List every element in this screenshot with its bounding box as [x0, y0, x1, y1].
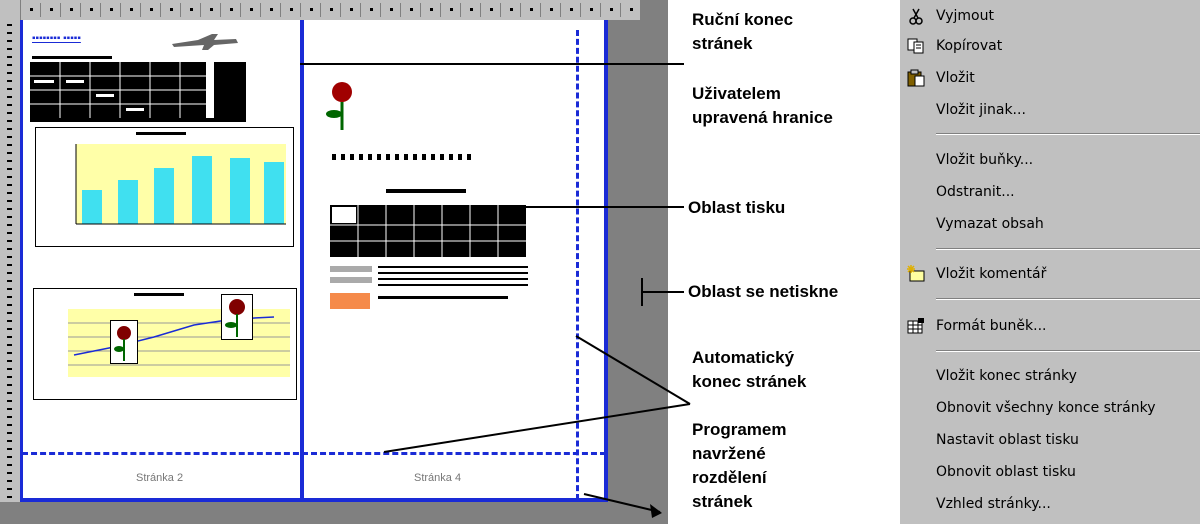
scissors-icon: [906, 7, 926, 25]
menu-item-insert-page-break[interactable]: Vložit konec stránky: [900, 364, 1200, 390]
menu-item-reset-print-area[interactable]: Obnovit oblast tisku: [900, 460, 1200, 486]
menu-item-label: Vložit konec stránky: [936, 368, 1077, 384]
menu-item-page-setup[interactable]: Vzhled stránky...: [900, 492, 1200, 518]
context-menu: Vyjmout Kopírovat Vložit Vložit jinak...…: [900, 0, 1200, 524]
annotation-line: Ruční konec: [692, 10, 794, 29]
menu-item-format-cells[interactable]: Formát buněk...: [900, 314, 1200, 340]
menu-separator: [936, 133, 1200, 135]
menu-item-label: Nastavit oblast tisku: [936, 432, 1079, 448]
menu-item-paste-special[interactable]: Vložit jinak...: [900, 98, 1200, 124]
annotation-line: Programem: [692, 420, 787, 439]
menu-item-insert-cells[interactable]: Vložit buňky...: [900, 148, 1200, 174]
menu-separator: [936, 248, 1200, 250]
annotation-automatic-break: Automatický konec stránek: [692, 346, 806, 394]
menu-item-paste[interactable]: Vložit: [900, 66, 1200, 92]
annotation-line: rozdělení: [692, 468, 767, 487]
menu-item-label: Vložit jinak...: [936, 102, 1026, 118]
annotation-print-area: Oblast tisku: [688, 198, 786, 217]
annotation-line: Automatický: [692, 348, 795, 367]
menu-item-label: Vyjmout: [936, 8, 994, 24]
menu-item-label: Obnovit oblast tisku: [936, 464, 1076, 480]
annotation-user-boundary: Uživatelem upravená hranice: [692, 82, 833, 130]
annotation-non-print-area: Oblast se netiskne: [688, 282, 839, 301]
menu-item-label: Vymazat obsah: [936, 216, 1044, 232]
annotation-line: konec stránek: [692, 372, 807, 391]
menu-item-delete[interactable]: Odstranit...: [900, 180, 1200, 206]
menu-item-label: Vložit komentář: [936, 266, 1047, 282]
menu-item-label: Vložit: [936, 70, 975, 86]
annotation-line: stránek: [692, 34, 753, 53]
annotation-line: upravená hranice: [692, 108, 833, 127]
menu-item-label: Vzhled stránky...: [936, 496, 1051, 512]
menu-item-reset-all-page-breaks[interactable]: Obnovit všechny konce stránky: [900, 396, 1200, 422]
menu-item-label: Obnovit všechny konce stránky: [936, 400, 1156, 416]
copy-icon: [906, 37, 926, 55]
annotation-line: navržené: [692, 444, 766, 463]
comment-icon: [906, 265, 926, 283]
menu-item-label: Vložit buňky...: [936, 152, 1034, 168]
annotation-manual-break: Ruční konec stránek: [692, 8, 793, 56]
annotation-line: Uživatelem: [692, 84, 781, 103]
menu-item-set-print-area[interactable]: Nastavit oblast tisku: [900, 428, 1200, 454]
menu-item-label: Odstranit...: [936, 184, 1015, 200]
annotation-program-split: Programem navržené rozdělení stránek: [692, 418, 786, 514]
menu-separator: [936, 350, 1200, 352]
menu-item-label: Formát buněk...: [936, 318, 1047, 334]
format-cells-icon: [906, 317, 926, 335]
menu-separator: [936, 298, 1200, 300]
menu-item-label: Kopírovat: [936, 38, 1003, 54]
menu-item-clear-contents[interactable]: Vymazat obsah: [900, 212, 1200, 238]
annotation-line: stránek: [692, 492, 753, 511]
menu-item-cut[interactable]: Vyjmout: [900, 4, 1200, 30]
menu-item-copy[interactable]: Kopírovat: [900, 34, 1200, 60]
menu-item-insert-comment[interactable]: Vložit komentář: [900, 262, 1200, 288]
paste-icon: [906, 69, 926, 87]
